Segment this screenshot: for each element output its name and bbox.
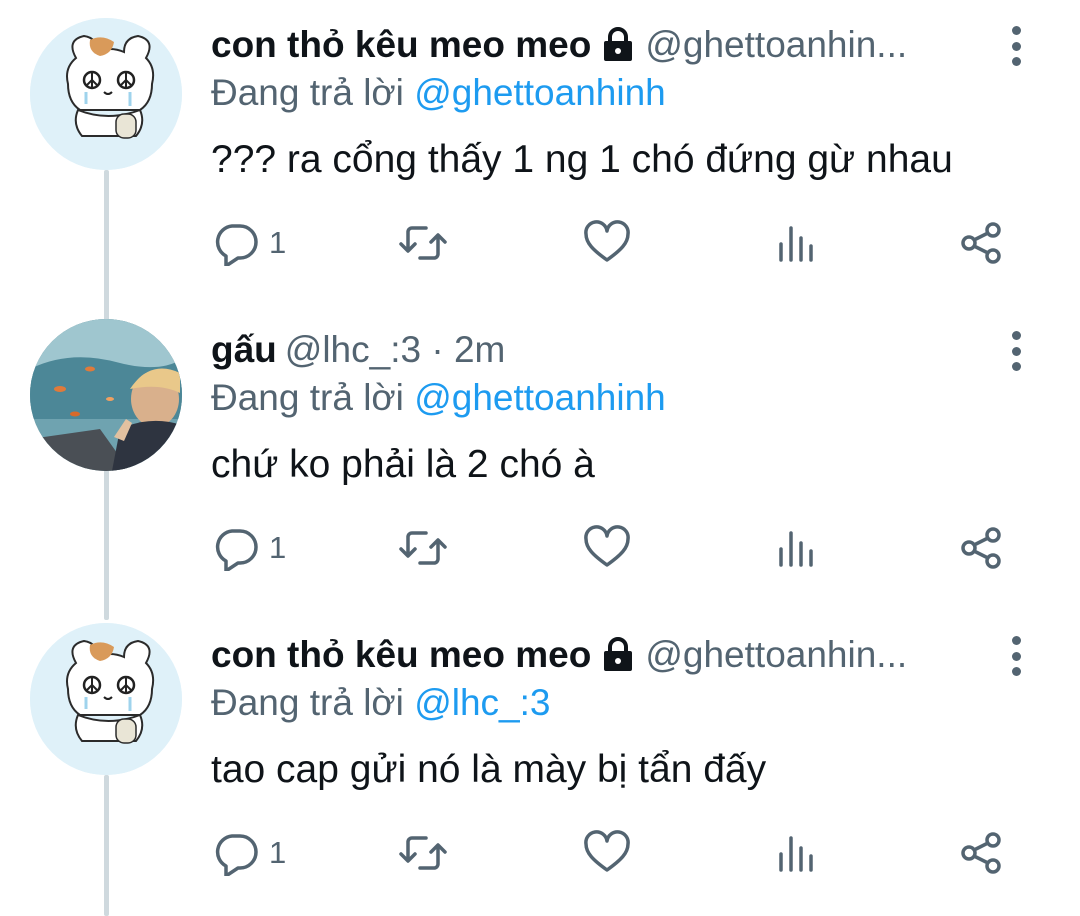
tweet-text: tao cap gửi nó là mày bị tẩn đấy [211, 748, 767, 791]
more-vertical-icon[interactable] [1003, 636, 1029, 676]
action-bar: 1 [213, 218, 1013, 268]
tweet[interactable]: con thỏ kêu meo meo @ghettoanhin... Đang… [0, 610, 1080, 915]
handle[interactable]: @ghettoanhin... [645, 632, 907, 678]
reply-count: 1 [269, 225, 287, 260]
retweet-button[interactable] [398, 828, 448, 878]
like-icon [584, 830, 630, 872]
mention-link[interactable]: @ghettoanhinh [414, 377, 666, 418]
like-button[interactable] [583, 828, 631, 878]
views-icon [779, 836, 813, 872]
display-name[interactable]: gấu [211, 327, 277, 373]
reply-button[interactable]: 1 [213, 523, 286, 573]
reply-icon [215, 529, 258, 571]
views-button[interactable] [775, 828, 815, 878]
replying-prefix: Đang trả lời [211, 72, 404, 113]
bunny-avatar-icon [30, 623, 182, 775]
share-button[interactable] [959, 523, 1005, 573]
replying-to: Đang trả lời @ghettoanhinh [211, 375, 666, 421]
share-button[interactable] [959, 218, 1005, 268]
retweet-icon [399, 836, 447, 870]
replying-to: Đang trả lời @lhc_:3 [211, 680, 550, 726]
action-bar: 1 [213, 523, 1013, 573]
tweet-text: chứ ko phải là 2 chó à [211, 443, 595, 486]
reply-button[interactable]: 1 [213, 218, 286, 268]
reply-icon [215, 834, 258, 876]
tweet-text: ??? ra cổng thấy 1 ng 1 chó đứng gừ nhau [211, 138, 953, 181]
like-button[interactable] [583, 218, 631, 268]
like-icon [584, 220, 630, 262]
mention-link[interactable]: @lhc_:3 [414, 682, 550, 723]
lock-icon [601, 27, 635, 63]
reply-count: 1 [269, 835, 287, 870]
share-icon [961, 527, 1001, 569]
retweet-button[interactable] [398, 218, 448, 268]
tweet-header: con thỏ kêu meo meo @ghettoanhin... [211, 22, 1011, 68]
display-name[interactable]: con thỏ kêu meo meo [211, 22, 591, 68]
replying-prefix: Đang trả lời [211, 682, 404, 723]
reply-button[interactable]: 1 [213, 828, 286, 878]
tweet[interactable]: gấu @lhc_:3 · 2m Đang trả lời @ghettoanh… [0, 305, 1080, 610]
like-icon [584, 525, 630, 567]
display-name[interactable]: con thỏ kêu meo meo [211, 632, 591, 678]
views-icon [779, 531, 813, 567]
action-bar: 1 [213, 828, 1013, 878]
tweet-header: con thỏ kêu meo meo @ghettoanhin... [211, 632, 1011, 678]
lock-icon [601, 637, 635, 673]
views-icon [779, 226, 813, 262]
more-vertical-icon[interactable] [1003, 26, 1029, 66]
bunny-avatar-icon [30, 18, 182, 170]
views-button[interactable] [775, 218, 815, 268]
share-icon [961, 222, 1001, 264]
like-button[interactable] [583, 523, 631, 573]
handle[interactable]: @lhc_:3 · 2m [285, 327, 506, 373]
retweet-icon [399, 226, 447, 260]
tweet-header: gấu @lhc_:3 · 2m [211, 327, 1011, 373]
tweet[interactable]: con thỏ kêu meo meo @ghettoanhin... Đang… [0, 0, 1080, 305]
retweet-button[interactable] [398, 523, 448, 573]
replying-to: Đang trả lời @ghettoanhinh [211, 70, 666, 116]
views-button[interactable] [775, 523, 815, 573]
avatar[interactable] [30, 623, 182, 775]
photo-avatar-icon [30, 319, 182, 471]
share-button[interactable] [959, 828, 1005, 878]
retweet-icon [399, 531, 447, 565]
more-vertical-icon[interactable] [1003, 331, 1029, 371]
avatar[interactable] [30, 18, 182, 170]
reply-icon [215, 224, 258, 266]
replying-prefix: Đang trả lời [211, 377, 404, 418]
reply-count: 1 [269, 530, 287, 565]
avatar[interactable] [30, 319, 182, 471]
share-icon [961, 832, 1001, 874]
mention-link[interactable]: @ghettoanhinh [414, 72, 666, 113]
handle[interactable]: @ghettoanhin... [645, 22, 907, 68]
